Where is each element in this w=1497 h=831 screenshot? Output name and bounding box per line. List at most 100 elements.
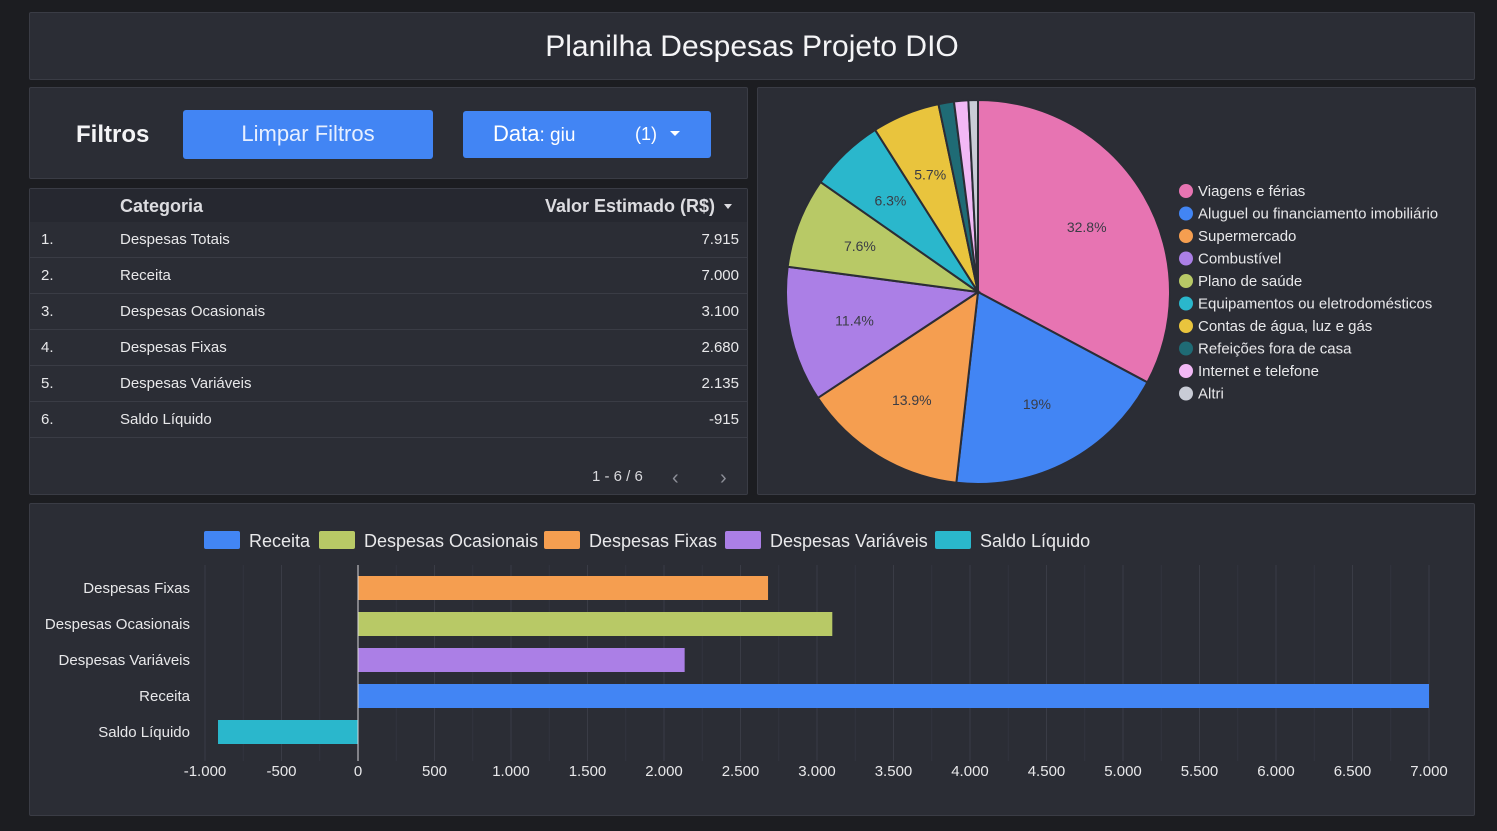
row-number: 1. [41, 231, 54, 248]
x-tick-label: 500 [422, 763, 447, 780]
bar [358, 612, 833, 636]
row-category: Despesas Totais [120, 231, 230, 248]
title-panel: Planilha Despesas Projeto DIO [29, 12, 1475, 80]
pie-slice-label: 7.6% [844, 238, 876, 254]
date-filter-name: Data [493, 121, 540, 146]
row-value: 7.915 [701, 231, 739, 248]
legend-marker [1179, 229, 1193, 243]
pie-slice-label: 11.4% [835, 312, 874, 328]
x-tick-label: 4.000 [951, 763, 989, 780]
row-number: 5. [41, 375, 54, 392]
legend-marker [1179, 319, 1193, 333]
row-value: -915 [708, 411, 739, 428]
legend-label: Equipamentos ou eletrodomésticos [1198, 296, 1432, 313]
legend-label: Viagens e férias [1198, 183, 1305, 200]
chevron-left-icon[interactable]: ‹ [672, 467, 679, 490]
legend-marker [1179, 206, 1193, 221]
legend-label: Combustível [1198, 251, 1281, 268]
row-number: 2. [41, 267, 54, 284]
category-label: Receita [139, 688, 191, 705]
legend-label: Despesas Variáveis [770, 531, 928, 551]
legend-label: Refeições fora de casa [1198, 341, 1352, 358]
x-tick-label: -500 [266, 763, 296, 780]
bar [358, 648, 685, 672]
row-value: 2.680 [701, 339, 739, 356]
x-tick-label: 6.000 [1257, 763, 1295, 780]
filters-label: Filtros [76, 121, 150, 148]
legend-label: Altri [1198, 386, 1224, 403]
pie-slices [785, 98, 1171, 485]
bar-legend: Receita Despesas Ocasionais Despesas Fixas… [204, 531, 1090, 551]
row-value: 2.135 [701, 375, 739, 392]
bar-chart-panel: Receita Despesas Ocasionais Despesas Fixas… [29, 503, 1475, 816]
table-header: Categoria Valor Estimado (R$) [30, 189, 747, 222]
legend-label: Despesas Fixas [589, 531, 717, 551]
table-row[interactable]: 2. Receita 7.000 [30, 258, 747, 294]
x-tick-label: -1.000 [184, 763, 227, 780]
row-category: Despesas Variáveis [120, 375, 252, 392]
chevron-down-icon [670, 131, 680, 136]
x-tick-label: 0 [354, 763, 362, 780]
bars [218, 576, 1429, 744]
clear-filters-button[interactable]: Limpar Filtros [183, 110, 433, 159]
x-tick-label: 2.500 [722, 763, 760, 780]
date-filter-count: (1) [635, 124, 657, 144]
pie-chart-panel: 32.8% 19% 13.9% 11.4% 7.6% 6.3% 5.7% Viagens e … [757, 87, 1476, 495]
pie-legend: Viagens e férias Aluguel ou financiamento… [1179, 183, 1438, 403]
legend-label: Plano de saúde [1198, 273, 1302, 290]
legend-marker [1179, 274, 1193, 288]
legend-swatch [725, 531, 761, 549]
pie-slice-label: 6.3% [874, 192, 906, 208]
legend-swatch [204, 531, 240, 549]
category-label: Saldo Líquido [98, 724, 190, 741]
x-tick-label: 1.000 [492, 763, 530, 780]
date-filter-label: Data: giu [493, 121, 575, 147]
legend-marker [1179, 386, 1193, 401]
table-row[interactable]: 6. Saldo Líquido -915 [30, 402, 747, 438]
column-header-category[interactable]: Categoria [120, 196, 203, 217]
expenses-table: Categoria Valor Estimado (R$) 1. Despesas… [29, 188, 748, 495]
category-label: Despesas Fixas [83, 580, 190, 597]
row-value: 7.000 [701, 267, 739, 284]
table-row[interactable]: 3. Despesas Ocasionais 3.100 [30, 294, 747, 330]
chevron-right-icon[interactable]: › [720, 467, 727, 490]
legend-label: Internet e telefone [1198, 363, 1319, 380]
x-tick-label: 4.500 [1028, 763, 1066, 780]
pagination-label: 1 - 6 / 6 [592, 468, 643, 485]
x-axis-ticks: -1.000 -500 0 500 1.000 1.500 2.000 2.500 3.000 3… [184, 763, 1448, 780]
table-row[interactable]: 4. Despesas Fixas 2.680 [30, 330, 747, 366]
row-number: 6. [41, 411, 54, 428]
legend-marker [1179, 251, 1193, 266]
table-row[interactable]: 5. Despesas Variáveis 2.135 [30, 366, 747, 402]
legend-marker [1179, 296, 1193, 311]
pie-slice-label: 13.9% [892, 392, 932, 408]
row-number: 3. [41, 303, 54, 320]
sort-descending-icon[interactable] [724, 204, 732, 209]
legend-marker [1179, 364, 1193, 378]
x-tick-label: 3.000 [798, 763, 836, 780]
row-value: 3.100 [701, 303, 739, 320]
legend-marker [1179, 184, 1193, 198]
column-header-value[interactable]: Valor Estimado (R$) [545, 196, 715, 217]
legend-swatch [544, 531, 580, 549]
bar [358, 576, 769, 600]
pie-chart: 32.8% 19% 13.9% 11.4% 7.6% 6.3% 5.7% Viagens e … [785, 98, 1438, 485]
date-filter-dropdown[interactable]: Data: giu (1) [463, 111, 711, 158]
x-tick-label: 2.000 [645, 763, 683, 780]
row-category: Saldo Líquido [120, 411, 212, 428]
pie-slice-label: 5.7% [914, 167, 946, 183]
legend-label: Aluguel ou financiamento imobiliário [1198, 206, 1438, 223]
row-category: Receita [120, 267, 171, 284]
bar [218, 720, 358, 744]
legend-swatch [319, 531, 355, 549]
x-tick-label: 6.500 [1334, 763, 1372, 780]
page-title: Planilha Despesas Projeto DIO [545, 30, 959, 63]
legend-label: Supermercado [1198, 228, 1296, 245]
bar [358, 684, 1429, 708]
legend-marker [1179, 341, 1193, 356]
date-filter-value: : giu [539, 125, 576, 146]
table-row[interactable]: 1. Despesas Totais 7.915 [30, 222, 747, 258]
row-number: 4. [41, 339, 54, 356]
pie-slice-label: 32.8% [1067, 219, 1107, 235]
legend-swatch [935, 531, 971, 549]
